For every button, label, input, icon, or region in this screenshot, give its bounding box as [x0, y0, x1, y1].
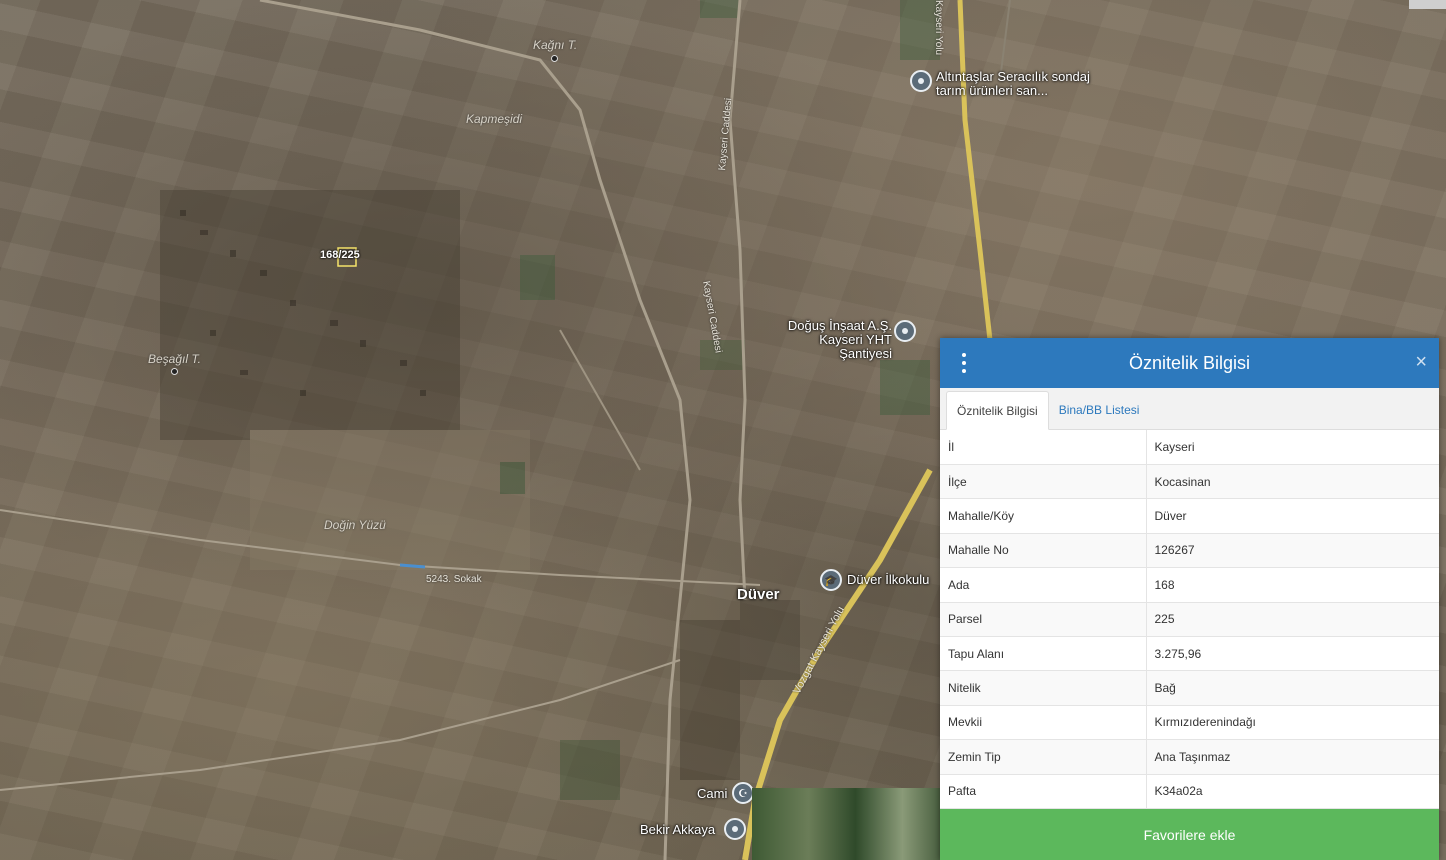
- attr-value: Düver: [1146, 498, 1439, 534]
- poi-pin-icon[interactable]: [724, 818, 746, 840]
- map-label-besagil: Beşağıl T.: [148, 352, 201, 366]
- map-label-kapmesidi: Kapmeşidi: [466, 112, 523, 126]
- place-marker: [171, 368, 178, 375]
- school-icon[interactable]: 🎓: [820, 569, 842, 591]
- map-label-duver: Düver: [737, 586, 780, 603]
- attr-key: Pafta: [940, 774, 1147, 810]
- photo-thumbnail[interactable]: [752, 788, 940, 860]
- attr-value: Ana Taşınmaz: [1146, 739, 1439, 775]
- kebab-menu-icon[interactable]: [958, 353, 970, 373]
- attr-value: K34a02a: [1146, 774, 1439, 810]
- table-row: İlçe Kocasinan: [940, 464, 1439, 500]
- attr-key: İl: [940, 430, 1147, 465]
- mosque-icon[interactable]: ☪: [732, 782, 754, 804]
- tab-oznitelik-bilgisi[interactable]: Öznitelik Bilgisi: [946, 391, 1049, 430]
- table-row: Mevkii Kırmızıderenindağı: [940, 705, 1439, 741]
- map-label-kayseri-yolu: Kayseri Yolu: [933, 0, 944, 56]
- map-label-kagni: Kağnı T.: [533, 38, 578, 52]
- place-marker: [551, 55, 558, 62]
- table-row: Tapu Alanı 3.275,96: [940, 636, 1439, 672]
- map-label-dogin-yuzu: Doğin Yüzü: [324, 518, 386, 532]
- panel-header: Öznitelik Bilgisi ×: [940, 338, 1439, 388]
- table-row: Parsel 225: [940, 602, 1439, 637]
- poi-label-bekir-akkaya[interactable]: Bekir Akkaya: [640, 823, 715, 837]
- map-label-road-5243: 5243. Sokak: [426, 574, 482, 585]
- poi-label-altintaslar[interactable]: Altıntaşlar Seracılık sondaj tarım ürünl…: [936, 70, 1106, 98]
- attr-value: 168: [1146, 567, 1439, 603]
- attr-value: Kayseri: [1146, 430, 1439, 465]
- close-icon[interactable]: ×: [1415, 351, 1427, 373]
- attr-key: Tapu Alanı: [940, 636, 1147, 672]
- table-row: Mahalle/Köy Düver: [940, 498, 1439, 534]
- table-row: Ada 168: [940, 567, 1439, 603]
- table-row: Mahalle No 126267: [940, 533, 1439, 569]
- attr-value: Bağ: [1146, 670, 1439, 706]
- table-row: Pafta K34a02a: [940, 774, 1439, 810]
- parcel-label[interactable]: 168/225: [320, 249, 360, 261]
- tab-bina-bb-listesi[interactable]: Bina/BB Listesi: [1049, 391, 1150, 429]
- attr-value: 126267: [1146, 533, 1439, 569]
- attr-value: 3.275,96: [1146, 636, 1439, 672]
- poi-label-duver-ilkokulu[interactable]: Düver İlkokulu: [847, 573, 929, 587]
- attr-key: Parsel: [940, 602, 1147, 637]
- table-row: Nitelik Bağ: [940, 670, 1439, 706]
- poi-label-dogus[interactable]: Doğuş İnşaat A.Ş. Kayseri YHT Şantiyesi: [780, 319, 892, 361]
- attr-value: 225: [1146, 602, 1439, 637]
- attr-key: Nitelik: [940, 670, 1147, 706]
- attr-key: İlçe: [940, 464, 1147, 500]
- table-row: İl Kayseri: [940, 430, 1439, 465]
- attr-key: Zemin Tip: [940, 739, 1147, 775]
- map-control-button[interactable]: [1409, 0, 1446, 9]
- attr-value: Kırmızıderenindağı: [1146, 705, 1439, 741]
- poi-pin-icon[interactable]: [894, 320, 916, 342]
- attr-key: Ada: [940, 567, 1147, 603]
- attr-key: Mevkii: [940, 705, 1147, 741]
- table-row: Zemin Tip Ana Taşınmaz: [940, 739, 1439, 775]
- poi-label-cami[interactable]: Cami: [697, 787, 727, 801]
- panel-title: Öznitelik Bilgisi: [1128, 352, 1251, 373]
- panel-tabs: Öznitelik Bilgisi Bina/BB Listesi: [940, 388, 1439, 430]
- attribute-table: İl Kayseri İlçe Kocasinan Mahalle/Köy Düver…: [940, 430, 1439, 810]
- attr-key: Mahalle No: [940, 533, 1147, 569]
- attribute-panel: Öznitelik Bilgisi × Öznitelik Bilgisi Bi…: [940, 338, 1439, 860]
- poi-pin-icon[interactable]: [910, 70, 932, 92]
- add-to-favorites-button[interactable]: Favorilere ekle: [940, 809, 1439, 860]
- attr-value: Kocasinan: [1146, 464, 1439, 500]
- attr-key: Mahalle/Köy: [940, 498, 1147, 534]
